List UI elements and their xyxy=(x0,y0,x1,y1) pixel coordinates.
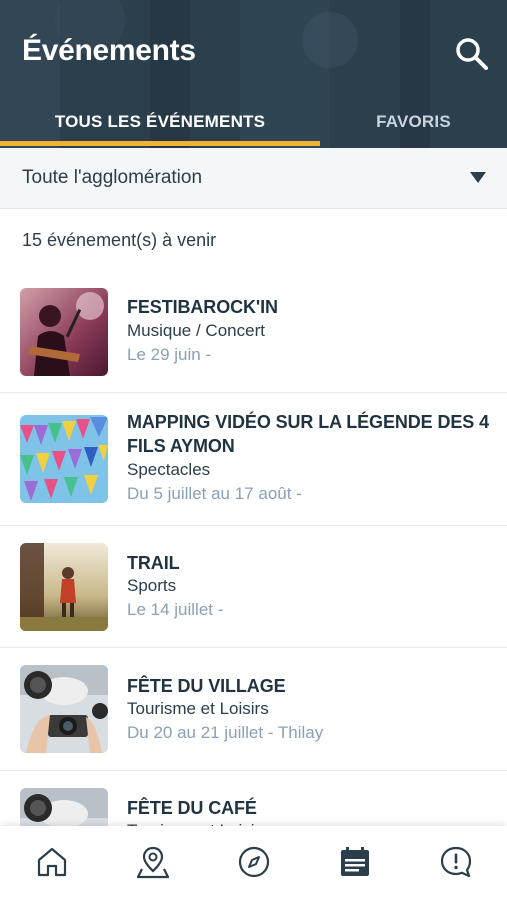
runners-photo xyxy=(20,543,108,631)
tab-favorites[interactable]: FAVORIS xyxy=(320,96,507,148)
tab-explore[interactable] xyxy=(236,844,272,880)
event-title: FÊTE DU CAFÉ xyxy=(127,798,257,818)
event-date: Du 20 au 21 juillet - Thilay xyxy=(127,723,324,742)
event-thumbnail xyxy=(20,665,108,753)
location-filter-label: Toute l'agglomération xyxy=(22,167,203,188)
tab-home[interactable] xyxy=(34,844,70,880)
event-title: FESTIBAROCK'IN xyxy=(127,297,278,317)
active-tab-indicator xyxy=(0,141,320,146)
event-date: Le 29 juin - xyxy=(127,345,212,364)
event-item[interactable]: MAPPING VIDÉO SUR LA LÉGENDE DES 4 FILS … xyxy=(0,393,507,526)
calendar-icon xyxy=(341,847,369,876)
bunting-flags-photo xyxy=(20,415,108,503)
compass-icon xyxy=(238,846,270,878)
event-thumbnail xyxy=(20,415,108,503)
guitarist-photo xyxy=(20,288,108,376)
search-button[interactable] xyxy=(452,34,492,74)
caret-down-icon xyxy=(470,172,486,183)
tab-alerts[interactable] xyxy=(438,844,474,880)
bottom-tab-bar xyxy=(0,826,507,900)
home-icon xyxy=(37,847,67,877)
app-header: Événements TOUS LES ÉVÉNEMENTS FAVORIS xyxy=(0,0,507,148)
event-item[interactable]: TRAIL Sports Le 14 juillet - xyxy=(0,526,507,648)
event-category: Sports xyxy=(127,576,177,595)
event-category: Musique / Concert xyxy=(127,321,265,340)
event-thumbnail xyxy=(20,288,108,376)
tab-map[interactable] xyxy=(135,844,171,880)
events-count: 15 événement(s) à venir xyxy=(22,230,217,250)
search-icon xyxy=(456,38,488,70)
event-item[interactable]: FESTIBAROCK'IN Musique / Concert Le 29 j… xyxy=(0,270,507,393)
event-item[interactable]: FÊTE DU VILLAGE Tourisme et Loisirs Du 2… xyxy=(0,648,507,771)
map-pin-icon xyxy=(136,846,170,879)
event-date: Le 14 juillet - xyxy=(127,600,224,619)
event-title: MAPPING VIDÉO SUR LA LÉGENDE DES 4 FILS … xyxy=(127,412,489,456)
event-date: Du 5 juillet au 17 août - xyxy=(127,484,302,503)
event-title: FÊTE DU VILLAGE xyxy=(127,676,286,696)
location-filter[interactable]: Toute l'agglomération xyxy=(0,148,507,209)
event-category: Spectacles xyxy=(127,460,211,479)
event-category: Tourisme et Loisirs xyxy=(127,699,269,718)
event-thumbnail xyxy=(20,543,108,631)
tab-events[interactable] xyxy=(337,844,373,880)
alert-bubble-icon xyxy=(440,846,472,878)
page-title: Événements xyxy=(22,34,196,67)
event-title: TRAIL xyxy=(127,553,180,573)
photographer-photo xyxy=(20,665,108,753)
